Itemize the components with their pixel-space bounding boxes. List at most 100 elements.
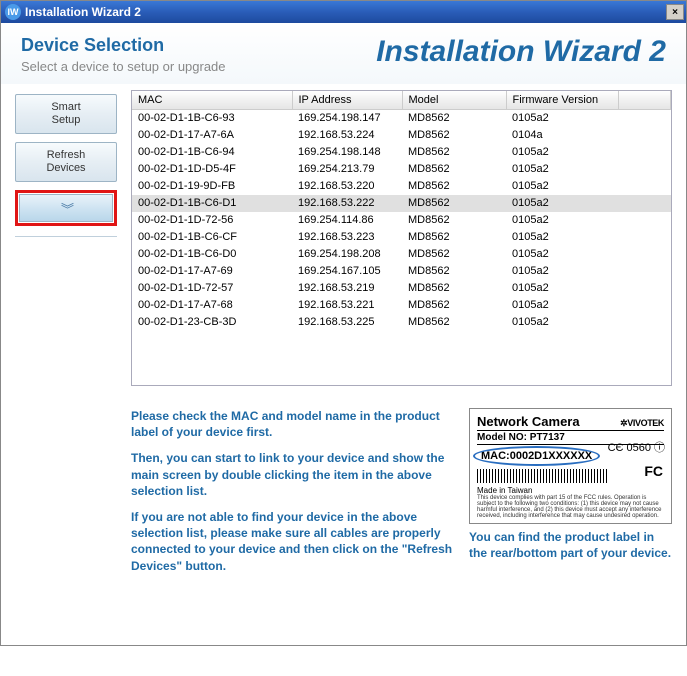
table-cell: 0105a2 [506,161,618,178]
table-cell: 0104a [506,127,618,144]
table-cell: MD8562 [402,144,506,161]
table-row[interactable]: 00-02-D1-1B-C6-93169.254.198.147MD856201… [132,110,671,127]
window-title: Installation Wizard 2 [25,5,666,19]
app-title: Installation Wizard 2 [376,35,666,69]
table-cell: 00-02-D1-1B-C6-D1 [132,195,292,212]
table-cell: 192.168.53.223 [292,229,402,246]
table-cell: 0105a2 [506,110,618,127]
label-mac: MAC:0002D1XXXXXX [477,448,596,464]
column-header-spacer [618,91,671,110]
table-cell: 169.254.198.208 [292,246,402,263]
table-cell: 0105a2 [506,297,618,314]
app-icon: IW [5,4,21,20]
sidebar: Smart Setup Refresh Devices ︾ [15,90,117,662]
label-made-in: Made in Taiwan [477,486,664,495]
table-row[interactable]: 00-02-D1-19-9D-FB192.168.53.220MD8562010… [132,178,671,195]
table-body[interactable]: 00-02-D1-1B-C6-93169.254.198.147MD856201… [132,110,671,331]
product-label: Network Camera ✲VIVOTEK Model NO: PT7137… [469,408,672,524]
label-caption: You can find the product label in the re… [469,530,672,561]
page-subheading: Select a device to setup or upgrade [21,59,226,74]
chevron-down-icon: ︾ [61,199,71,218]
table-cell: 192.168.53.220 [292,178,402,195]
table-cell: MD8562 [402,110,506,127]
table-cell: 169.254.198.147 [292,110,402,127]
table-cell: 192.168.53.219 [292,280,402,297]
label-area: Network Camera ✲VIVOTEK Model NO: PT7137… [469,408,672,584]
table-row[interactable]: 00-02-D1-17-A7-68192.168.53.221MD8562010… [132,297,671,314]
table-cell: 0105a2 [506,314,618,331]
page-heading: Device Selection [21,35,226,56]
table-cell: 00-02-D1-17-A7-68 [132,297,292,314]
bottom-area: Please check the MAC and model name in t… [131,408,672,584]
instruction-p1: Please check the MAC and model name in t… [131,408,453,440]
instruction-p2: Then, you can start to link to your devi… [131,450,453,499]
table-cell: 169.254.114.86 [292,212,402,229]
table-row[interactable]: 00-02-D1-1B-C6-94169.254.198.148MD856201… [132,144,671,161]
label-title-row: Network Camera ✲VIVOTEK [477,414,664,431]
smart-setup-button[interactable]: Smart Setup [15,94,117,134]
table-cell: 00-02-D1-1D-72-56 [132,212,292,229]
device-list[interactable]: MACIP AddressModelFirmware Version 00-02… [132,91,671,331]
sidebar-divider [15,236,117,237]
table-cell: 192.168.53.225 [292,314,402,331]
expand-button-highlight: ︾ [15,190,117,226]
table-cell: 0105a2 [506,144,618,161]
column-header[interactable]: IP Address [292,91,402,110]
table-cell: 0105a2 [506,280,618,297]
table-cell: MD8562 [402,127,506,144]
table-cell: MD8562 [402,212,506,229]
table-cell: 00-02-D1-23-CB-3D [132,314,292,331]
table-cell: MD8562 [402,246,506,263]
table-row[interactable]: 00-02-D1-1B-C6-CF192.168.53.223MD8562010… [132,229,671,246]
table-row[interactable]: 00-02-D1-1B-C6-D0169.254.198.208MD856201… [132,246,671,263]
window: IW Installation Wizard 2 × Device Select… [0,0,687,646]
fcc-mark: FC [644,463,663,479]
header-left: Device Selection Select a device to setu… [21,35,226,74]
table-cell: MD8562 [402,161,506,178]
content: Smart Setup Refresh Devices ︾ MACIP Addr… [1,84,686,676]
ce-mark: CЄ 0560 ⓘ [608,439,665,455]
table-row[interactable]: 00-02-D1-1D-72-56169.254.114.86MD8562010… [132,212,671,229]
table-cell: 00-02-D1-19-9D-FB [132,178,292,195]
table-cell: 00-02-D1-1B-C6-93 [132,110,292,127]
column-header[interactable]: MAC [132,91,292,110]
close-button[interactable]: × [666,4,684,20]
table-cell: 00-02-D1-1D-D5-4F [132,161,292,178]
table-cell: 192.168.53.224 [292,127,402,144]
column-header[interactable]: Firmware Version [506,91,618,110]
table-cell: 169.254.167.105 [292,263,402,280]
table-row[interactable]: 00-02-D1-17-A7-69169.254.167.105MD856201… [132,263,671,280]
table-cell: 0105a2 [506,246,618,263]
table-cell: MD8562 [402,229,506,246]
table-cell: 0105a2 [506,229,618,246]
table-cell: MD8562 [402,314,506,331]
titlebar: IW Installation Wizard 2 × [1,1,686,23]
instruction-p3: If you are not able to find your device … [131,509,453,574]
table-cell: MD8562 [402,263,506,280]
table-cell: 169.254.213.79 [292,161,402,178]
table-cell: 169.254.198.148 [292,144,402,161]
table-cell: 00-02-D1-17-A7-69 [132,263,292,280]
table-cell: 192.168.53.222 [292,195,402,212]
table-row[interactable]: 00-02-D1-1B-C6-D1192.168.53.222MD8562010… [132,195,671,212]
header-right: Installation Wizard 2 [376,35,666,69]
table-cell: 00-02-D1-1B-C6-94 [132,144,292,161]
column-header[interactable]: Model [402,91,506,110]
table-header-row: MACIP AddressModelFirmware Version [132,91,671,110]
table-row[interactable]: 00-02-D1-1D-72-57192.168.53.219MD8562010… [132,280,671,297]
brand-logo: ✲VIVOTEK [620,418,664,429]
label-fineprint: This device complies with part 15 of the… [477,495,664,519]
table-row[interactable]: 00-02-D1-1D-D5-4F169.254.213.79MD8562010… [132,161,671,178]
table-cell: 192.168.53.221 [292,297,402,314]
table-cell: MD8562 [402,297,506,314]
table-cell: 0105a2 [506,212,618,229]
table-row[interactable]: 00-02-D1-17-A7-6A192.168.53.224MD8562010… [132,127,671,144]
table-cell: 00-02-D1-1D-72-57 [132,280,292,297]
expand-button[interactable]: ︾ [19,194,113,222]
refresh-devices-button[interactable]: Refresh Devices [15,142,117,182]
label-title: Network Camera [477,414,580,429]
table-row[interactable]: 00-02-D1-23-CB-3D192.168.53.225MD8562010… [132,314,671,331]
table-cell: MD8562 [402,195,506,212]
table-cell: 0105a2 [506,195,618,212]
header: Device Selection Select a device to setu… [1,23,686,84]
